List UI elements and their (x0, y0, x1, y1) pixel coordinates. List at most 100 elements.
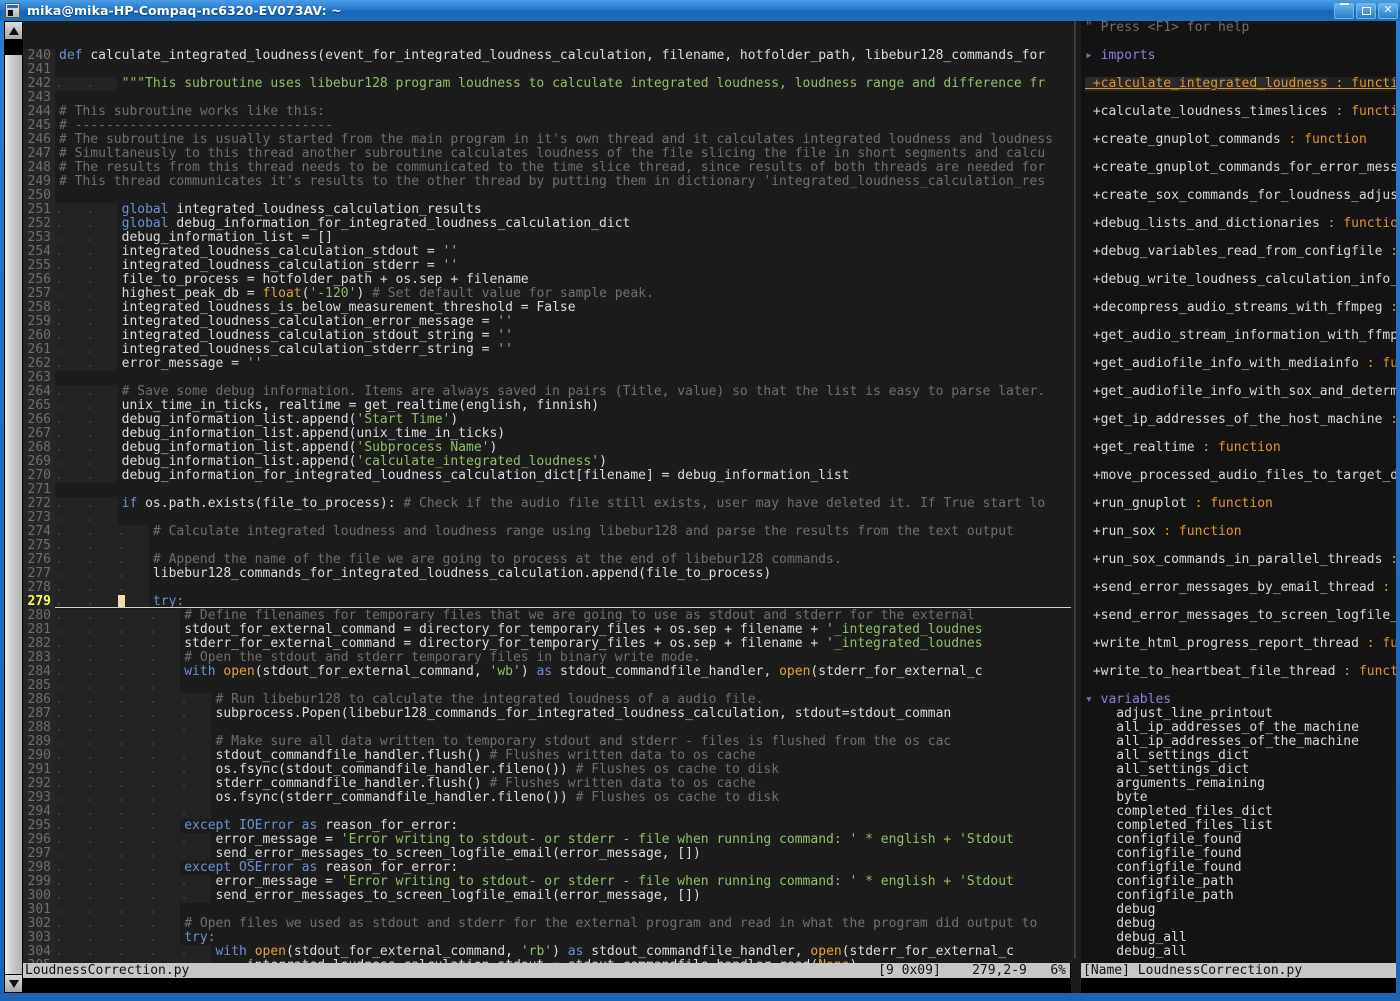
tagbar-tag[interactable]: +write_html_progress_report_thread : fu (1085, 637, 1396, 651)
code-line[interactable]: 280.... # Define filenames for temporary… (23, 609, 1071, 624)
tagbar-expand-icon[interactable]: + (1085, 133, 1101, 147)
code-line[interactable]: 251.. global integrated_loudness_calcula… (23, 203, 1071, 218)
code-line-text[interactable]: .... (55, 679, 1071, 694)
code-line[interactable]: 298.... except OSError as reason_for_err… (23, 861, 1071, 876)
code-line[interactable]: 267.. debug_information_list.append(unix… (23, 427, 1071, 442)
tagbar-expand-icon[interactable]: + (1085, 105, 1101, 119)
tagbar-variable[interactable]: completed_files_dict (1085, 805, 1396, 819)
tagbar-expand-icon[interactable]: + (1085, 217, 1101, 231)
code-line-text[interactable] (55, 483, 1071, 497)
chevron-icon[interactable]: ▸ (1085, 49, 1101, 63)
scroll-down-arrow-icon[interactable] (4, 974, 23, 993)
code-line-text[interactable]: ..... # Make sure all data written to te… (55, 735, 1071, 750)
tagbar-variable[interactable]: configfile_path (1085, 875, 1396, 889)
tagbar-tag[interactable]: +get_audiofile_info_with_sox_and_determ (1085, 385, 1396, 399)
code-line-text[interactable]: .... except IOError as reason_for_error: (55, 819, 1071, 834)
code-line[interactable]: 275... (23, 539, 1071, 554)
code-line[interactable]: 288..... (23, 721, 1071, 736)
code-line[interactable]: 294..... (23, 805, 1071, 820)
tagbar-variable[interactable]: debug_all (1085, 945, 1396, 959)
code-line[interactable]: 281.... stdout_for_external_command = di… (23, 623, 1071, 638)
code-line-text[interactable]: # This thread communicates it's results … (55, 175, 1071, 189)
tagbar-tag[interactable]: +create_gnuplot_commands_for_error_mess (1085, 161, 1396, 175)
code-line[interactable]: 293..... os.fsync(stderr_commandfile_han… (23, 791, 1071, 806)
tagbar-tag[interactable]: +run_sox : function (1085, 525, 1396, 539)
code-line[interactable]: 248 # The results from this thread needs … (23, 161, 1071, 176)
code-buffer[interactable]: 240 def calculate_integrated_loudness(eve… (23, 21, 1071, 963)
code-line[interactable]: 272.. if os.path.exists(file_to_process)… (23, 497, 1071, 512)
code-line[interactable]: 252.. global debug_information_for_integ… (23, 217, 1071, 232)
tagbar-expand-icon[interactable]: + (1085, 413, 1101, 427)
code-line-text[interactable]: .. global integrated_loudness_calculatio… (55, 203, 1071, 218)
tagbar-tag[interactable]: +create_sox_commands_for_loudness_adjus (1085, 189, 1396, 203)
tagbar-tag[interactable]: +send_error_messages_to_screen_logfile_ (1085, 609, 1396, 623)
code-line[interactable]: 260.. integrated_loudness_calculation_st… (23, 329, 1071, 344)
code-line-text[interactable]: ..... stderr_commandfile_handler.flush()… (55, 777, 1071, 792)
code-line-text[interactable]: ... (55, 539, 1071, 554)
code-line-text[interactable]: .. # Save some debug information. Items … (55, 385, 1071, 400)
code-line[interactable]: 247 # Simultaneusly to this thread anothe… (23, 147, 1071, 162)
code-line[interactable]: 291..... os.fsync(stdout_commandfile_han… (23, 763, 1071, 778)
tagbar-tag[interactable]: +run_gnuplot : function (1085, 497, 1396, 511)
code-line[interactable]: 249 # This thread communicates it's resul… (23, 175, 1071, 190)
code-line-text[interactable]: .. debug_information_list.append('calcul… (55, 455, 1071, 470)
code-line-text[interactable]: .... stderr_for_external_command = direc… (55, 637, 1071, 652)
code-line-text[interactable]: .... # Open the stdout and stderr tempor… (55, 651, 1071, 666)
code-line[interactable]: 276... # Append the name of the file we … (23, 553, 1071, 568)
tagbar-variable[interactable]: debug (1085, 903, 1396, 917)
code-line[interactable]: 296..... error_message = 'Error writing … (23, 833, 1071, 848)
code-line-text[interactable]: ..... stdout_commandfile_handler.flush()… (55, 749, 1071, 764)
code-line-text[interactable]: ... # Append the name of the file we are… (55, 553, 1071, 568)
code-line-text[interactable]: .... stdout_for_external_command = direc… (55, 623, 1071, 638)
code-line-text[interactable]: ..... (55, 721, 1071, 736)
tagbar-variable[interactable]: configfile_found (1085, 847, 1396, 861)
tagbar-variable[interactable]: debug (1085, 917, 1396, 931)
tagbar-tag[interactable]: +calculate_integrated_loudness : functi (1085, 77, 1396, 91)
code-line[interactable]: 283.... # Open the stdout and stderr tem… (23, 651, 1071, 666)
tagbar-variable[interactable]: all_settings_dict (1085, 763, 1396, 777)
code-line[interactable]: 241 (23, 63, 1071, 78)
code-line-text[interactable]: .. debug_information_list = [] (55, 231, 1071, 246)
code-line[interactable]: 254.. integrated_loudness_calculation_st… (23, 245, 1071, 260)
editor-pane[interactable]: 240 def calculate_integrated_loudness(eve… (23, 21, 1071, 993)
code-line[interactable]: 300..... send_error_messages_to_screen_l… (23, 889, 1071, 904)
code-line-text[interactable]: .... # Define filenames for temporary fi… (55, 609, 1071, 624)
code-line-text[interactable]: ... libebur128_commands_for_integrated_l… (55, 567, 1071, 582)
code-line[interactable]: 253.. debug_information_list = [] (23, 231, 1071, 246)
code-line-text[interactable]: ..... with open(stdout_for_external_comm… (55, 945, 1071, 960)
tagbar-variable[interactable]: all_ip_addresses_of_the_machine (1085, 721, 1396, 735)
tagbar-expand-icon[interactable]: + (1085, 161, 1101, 175)
code-line-text[interactable]: # The subroutine is usually started from… (55, 133, 1071, 147)
code-line-text[interactable]: .. integrated_loudness_calculation_stder… (55, 343, 1071, 358)
code-line-text[interactable]: .. file_to_process = hotfolder_path + os… (55, 273, 1071, 288)
code-line[interactable]: 289..... # Make sure all data written to… (23, 735, 1071, 750)
code-line-text[interactable]: .... try: (55, 931, 1071, 946)
code-line[interactable]: 259.. integrated_loudness_calculation_er… (23, 315, 1071, 330)
code-line[interactable]: 279... try: (23, 595, 1071, 610)
code-line-text[interactable]: .. highest_peak_db = float('-120') # Set… (55, 287, 1071, 302)
close-button[interactable]: ✕ (1378, 2, 1398, 19)
code-line-text[interactable]: .... # Open files we used as stdout and … (55, 917, 1071, 932)
window-scrollbar[interactable] (4, 21, 23, 993)
code-line[interactable]: 303.... try: (23, 931, 1071, 946)
code-line-text[interactable] (55, 91, 1071, 105)
tagbar-expand-icon[interactable]: + (1085, 581, 1101, 595)
code-line[interactable]: 299..... error_message = 'Error writing … (23, 875, 1071, 890)
tagbar-tag[interactable]: +move_processed_audio_files_to_target_d (1085, 469, 1396, 483)
tagbar-fold-variables[interactable]: ▾ variables (1085, 693, 1396, 707)
code-line-text[interactable]: .. if os.path.exists(file_to_process): #… (55, 497, 1071, 512)
code-line-text[interactable]: ..... send_error_messages_to_screen_logf… (55, 889, 1071, 904)
scroll-up-arrow-icon[interactable] (4, 21, 23, 40)
tagbar-expand-icon[interactable]: + (1085, 497, 1101, 511)
code-line[interactable]: 286..... # Run libebur128 to calculate t… (23, 693, 1071, 708)
code-line-text[interactable]: .. debug_information_list.append('Subpro… (55, 441, 1071, 456)
code-line-text[interactable]: .. """This subroutine uses libebur128 pr… (55, 77, 1071, 92)
code-line[interactable]: 282.... stderr_for_external_command = di… (23, 637, 1071, 652)
code-line[interactable]: 305..... integrated_loudness_calculation… (23, 959, 1071, 963)
code-line-text[interactable] (55, 63, 1071, 77)
tagbar-tag[interactable]: +write_to_heartbeat_file_thread : funct (1085, 665, 1396, 679)
tagbar-expand-icon[interactable]: + (1085, 441, 1101, 455)
scrollbar-track[interactable] (4, 40, 23, 980)
code-line[interactable]: 302.... # Open files we used as stdout a… (23, 917, 1071, 932)
code-line-text[interactable]: ... (55, 581, 1071, 596)
